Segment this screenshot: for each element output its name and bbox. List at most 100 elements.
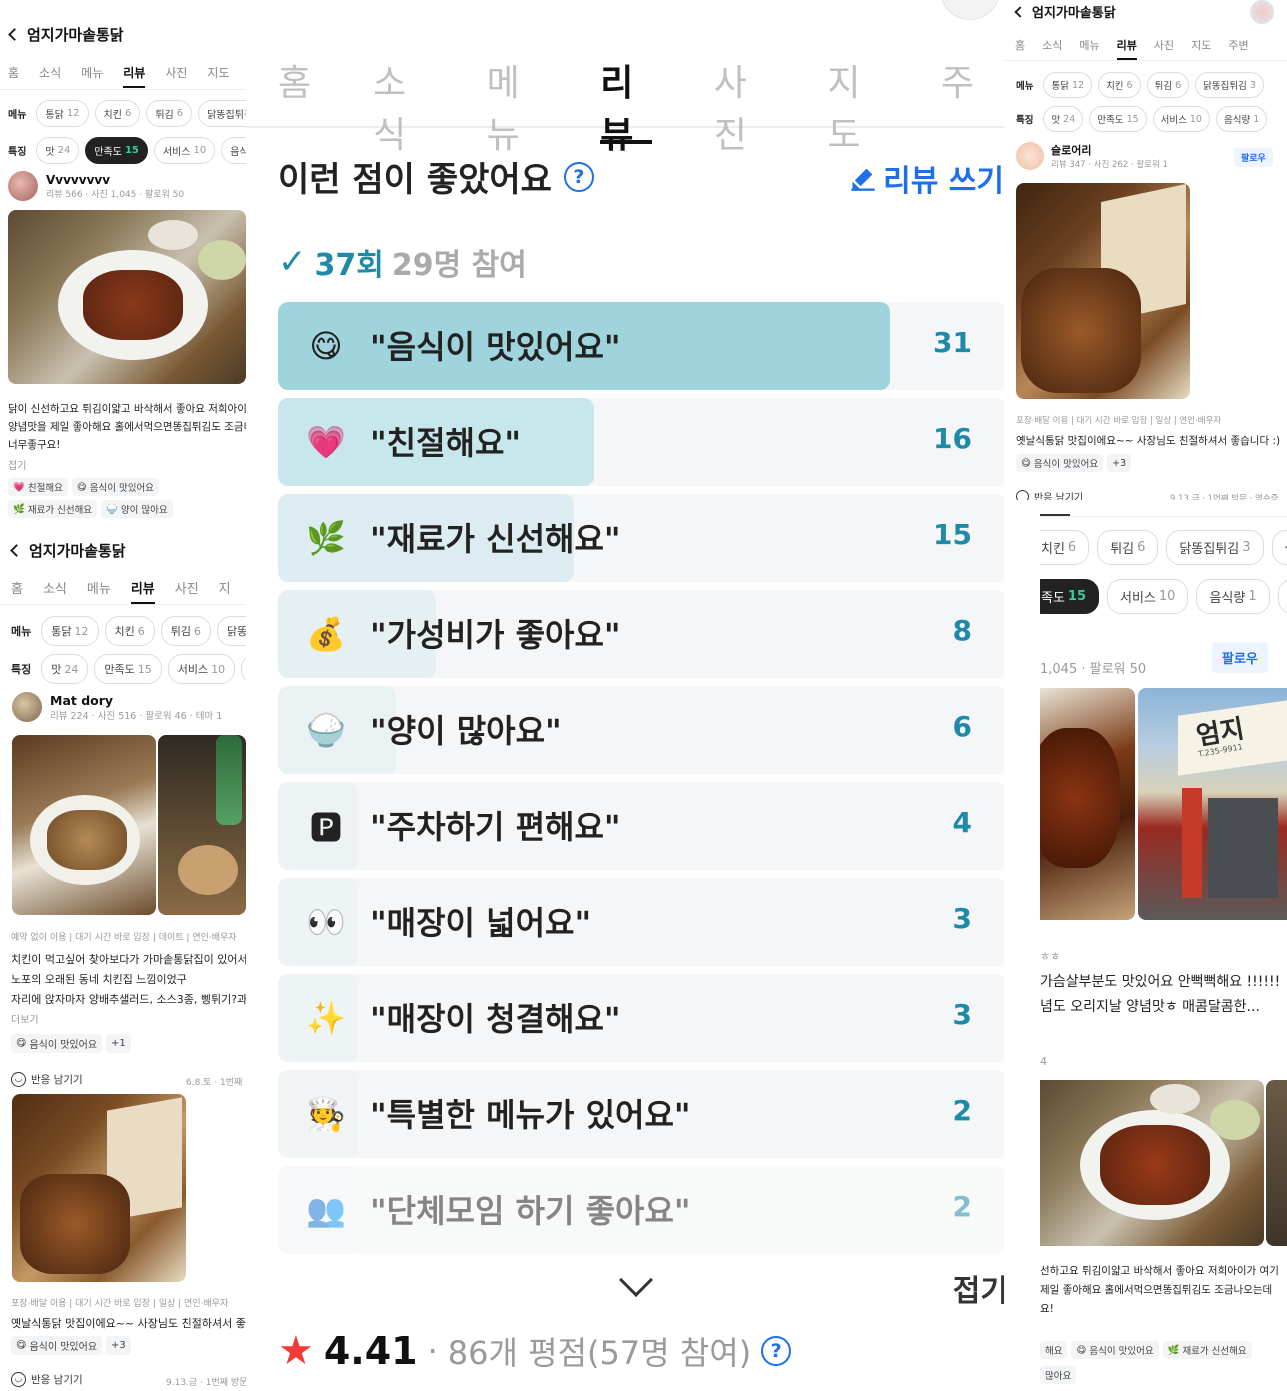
- tab-menu[interactable]: 메뉴: [487, 54, 539, 156]
- fold-button[interactable]: 접기: [953, 1266, 1004, 1310]
- chip-menu-1[interactable]: 통닭 12: [36, 100, 89, 127]
- tab-news[interactable]: 소식: [373, 54, 425, 156]
- chip-menu-3[interactable]: 튀김 6: [1097, 530, 1159, 565]
- tab-menu[interactable]: 메뉴: [87, 578, 111, 597]
- chip-feature-3[interactable]: 서비스 10: [153, 137, 216, 164]
- review-photo[interactable]: [12, 735, 156, 915]
- follow-button[interactable]: 팔로우: [1234, 148, 1273, 167]
- review-photo-3[interactable]: [1266, 1080, 1287, 1246]
- chip-feature-4[interactable]: 음식량 1: [1196, 579, 1270, 614]
- tab-review[interactable]: 리뷰: [1116, 37, 1138, 60]
- more-tags-count[interactable]: +1: [106, 1034, 131, 1053]
- more-tags-count[interactable]: +3: [106, 1336, 131, 1355]
- back-icon[interactable]: [10, 544, 23, 557]
- keyword-count: 16: [933, 422, 972, 455]
- fold-link[interactable]: 접기: [8, 457, 26, 472]
- help-icon[interactable]: ?: [563, 161, 594, 192]
- chip-feature-4[interactable]: 음식량 1: [1215, 106, 1268, 132]
- profile-avatar[interactable]: [940, 0, 1000, 20]
- back-icon[interactable]: [8, 28, 21, 41]
- follow-button[interactable]: 팔로우: [1212, 642, 1268, 673]
- chip-menu-4[interactable]: 닭똥집튀김: [198, 100, 246, 127]
- more-tags-count[interactable]: +3: [1107, 454, 1132, 472]
- chip-feature-1[interactable]: 맛 24: [41, 654, 89, 684]
- chip-menu-5[interactable]: 샐러: [1271, 530, 1287, 565]
- chip-feature-selected[interactable]: 족도 15: [1040, 579, 1100, 614]
- tab-photo[interactable]: 사진: [165, 64, 187, 81]
- tab-review[interactable]: 리뷰: [600, 54, 652, 156]
- tab-news[interactable]: 소식: [39, 64, 61, 81]
- chip-menu-1[interactable]: 통닭 12: [1043, 72, 1093, 98]
- chip-menu-4[interactable]: 닭똥집튀김 3: [1195, 72, 1264, 98]
- tab-home[interactable]: 홈: [1015, 37, 1025, 53]
- review-photo[interactable]: [8, 210, 246, 384]
- review-photo-2[interactable]: [1040, 1080, 1264, 1246]
- reaction-button[interactable]: ◡ 반응 남기기: [11, 1072, 83, 1087]
- chip-feature-3[interactable]: 서비스 10: [1152, 106, 1210, 132]
- write-review-button[interactable]: 리뷰 쓰기: [849, 156, 1004, 200]
- reviewer-row: 슬로어리 리뷰 347 · 사진 262 · 팔로워 1: [1016, 142, 1168, 170]
- review-photo-3[interactable]: [12, 1094, 186, 1282]
- help-icon[interactable]: ?: [761, 1336, 792, 1366]
- back-icon[interactable]: [1014, 5, 1026, 18]
- chip-feature-3[interactable]: 서비스 10: [167, 654, 236, 684]
- tab-photo[interactable]: 사진: [1154, 37, 1174, 53]
- chip-feature-1[interactable]: 맛 24: [1043, 106, 1084, 132]
- tab-photo[interactable]: 사진: [175, 578, 199, 597]
- chip-feature-3[interactable]: 서비스 10: [1107, 579, 1189, 614]
- tab-map[interactable]: 지도: [1191, 37, 1211, 53]
- chip-menu-4[interactable]: 닭똥집튀김 3: [1166, 530, 1264, 565]
- tab-menu[interactable]: 메뉴: [81, 64, 103, 81]
- chip-menu-3[interactable]: 튀김 6: [1146, 72, 1190, 98]
- chip-menu-2[interactable]: 치킨 6: [1098, 72, 1141, 98]
- reviewer-name[interactable]: Mat dory: [50, 693, 222, 708]
- tab-review[interactable]: 리뷰: [123, 64, 146, 88]
- tab-review[interactable]: 리뷰: [130, 578, 155, 604]
- tab-nearby[interactable]: 주: [941, 54, 974, 126]
- visit-date: 6.8.토 · 1번째: [186, 1078, 243, 1088]
- chip-menu-3[interactable]: 튀김 6: [146, 100, 193, 127]
- avatar[interactable]: [12, 692, 42, 722]
- tab-photo[interactable]: 사진: [714, 54, 766, 156]
- keyword-bar: 🅿 "주차하기 편해요" 4: [278, 782, 1004, 870]
- chip-menu-2[interactable]: 치킨 6: [104, 616, 155, 646]
- review-prefix: ㅎㅎ: [1040, 950, 1061, 963]
- chip-menu-3[interactable]: 튀김 6: [160, 616, 211, 646]
- rating-detail: 86개 평점(57명 참여): [447, 1334, 752, 1372]
- chip-feature-2[interactable]: 만족도 15: [94, 654, 162, 684]
- profile-avatar[interactable]: [1250, 0, 1274, 24]
- tab-home[interactable]: 홈: [278, 54, 311, 126]
- storefront-photo[interactable]: 엄지 T.235-9911: [1138, 688, 1287, 920]
- reaction-button-2[interactable]: ◡ 반응 남기기: [11, 1372, 83, 1387]
- tab-map[interactable]: 지도: [207, 64, 229, 81]
- reviewer-name[interactable]: Vvvvvvvv: [46, 173, 184, 187]
- chip-feature-5[interactable]: 가: [1277, 579, 1287, 614]
- tab-news[interactable]: 소식: [1042, 37, 1062, 53]
- review-photo[interactable]: [1040, 688, 1135, 920]
- chevron-down-icon[interactable]: [619, 1263, 653, 1297]
- chip-feature-4[interactable]: 음식: [221, 137, 246, 164]
- tab-home[interactable]: 홈: [11, 578, 23, 597]
- tab-map[interactable]: 지: [219, 578, 231, 597]
- reaction-button[interactable]: 반응 남기기: [1016, 489, 1083, 500]
- chip-menu-1[interactable]: 통닭 12: [41, 616, 99, 646]
- chip-feature-2-selected[interactable]: 만족도 15: [85, 137, 148, 164]
- tab-news[interactable]: 소식: [43, 578, 67, 597]
- reviewer-name[interactable]: 슬로어리: [1051, 142, 1168, 158]
- chip-menu-2[interactable]: 치킨 6: [94, 100, 141, 127]
- avatar[interactable]: [8, 171, 38, 201]
- keyword-emoji-icon: 👀: [306, 903, 346, 941]
- chip-feature-1[interactable]: 맛 24: [36, 137, 80, 164]
- tab-map[interactable]: 지도: [827, 54, 879, 156]
- chip-feature-2[interactable]: 만족도 15: [1089, 106, 1147, 132]
- tab-menu[interactable]: 메뉴: [1079, 37, 1099, 53]
- more-link[interactable]: 더보기: [11, 1011, 39, 1026]
- chip-menu-4[interactable]: 닭똥집: [217, 616, 246, 646]
- tab-home[interactable]: 홈: [8, 64, 19, 81]
- review-photo-2[interactable]: [158, 735, 246, 915]
- keyword-label: "매장이 청결해요": [370, 1000, 621, 1038]
- chip-menu-2[interactable]: 치킨 6: [1040, 530, 1090, 565]
- tab-nearby[interactable]: 주변: [1228, 37, 1248, 53]
- avatar[interactable]: [1016, 142, 1044, 170]
- review-photo[interactable]: [1016, 183, 1190, 399]
